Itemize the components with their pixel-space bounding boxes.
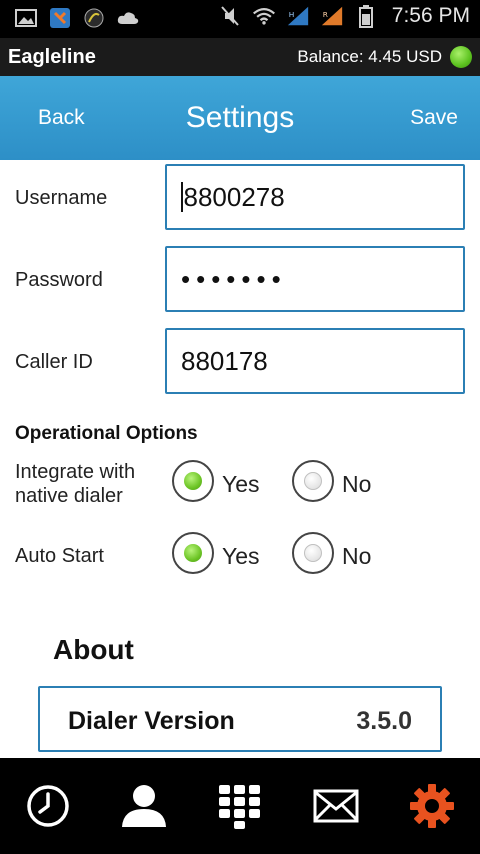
cell-signal-icon: H [286, 4, 310, 28]
operational-options-heading: Operational Options [15, 423, 198, 444]
auto-start-yes-radio[interactable] [172, 532, 214, 574]
save-button[interactable]: Save [410, 106, 458, 130]
radio-selected-icon [184, 544, 202, 562]
dialpad-icon[interactable] [214, 780, 266, 832]
auto-start-no-radio[interactable] [292, 532, 334, 574]
page-title: Settings [185, 101, 295, 134]
clock: 7:56 PM [391, 4, 470, 27]
svg-text:H: H [289, 10, 295, 19]
integrate-no-radio[interactable] [292, 460, 334, 502]
dialer-version-label: Dialer Version [68, 707, 235, 735]
cloud-icon [116, 6, 140, 30]
radio-unselected-icon [304, 472, 322, 490]
text-cursor [181, 182, 183, 212]
app-header: Eagleline Balance: 4.45 USD [0, 38, 480, 76]
password-field[interactable]: ••••••• [165, 246, 465, 312]
bottom-nav [0, 758, 480, 854]
auto-start-no-label[interactable]: No [342, 543, 371, 570]
mute-icon [218, 4, 242, 28]
status-indicator-icon [450, 46, 472, 68]
integrate-no-label[interactable]: No [342, 471, 371, 498]
username-value: 8800278 [183, 181, 285, 212]
cell-signal-2-icon: R [320, 4, 344, 28]
notification-icons [14, 6, 140, 30]
integrate-label: Integrate with native dialer [15, 461, 136, 507]
system-icons: H R 7:56 PM [218, 4, 470, 28]
auto-start-yes-label[interactable]: Yes [222, 543, 260, 570]
about-heading: About [53, 634, 134, 665]
radio-selected-icon [184, 472, 202, 490]
signal-app-icon [82, 6, 106, 30]
dialer-version-value: 3.5.0 [356, 707, 412, 735]
title-bar: Back Settings Save [0, 76, 480, 160]
username-label: Username [15, 187, 108, 209]
caller-id-label: Caller ID [15, 351, 93, 373]
integrate-yes-label[interactable]: Yes [222, 471, 260, 498]
wifi-icon [252, 4, 276, 28]
auto-start-label: Auto Start [15, 545, 104, 567]
caller-id-value: 880178 [181, 345, 268, 376]
svg-text:R: R [323, 10, 328, 19]
settings-icon[interactable] [406, 780, 458, 832]
battery-icon [354, 4, 378, 28]
gallery-icon [14, 6, 38, 30]
messages-icon[interactable] [310, 780, 362, 832]
app-icon [48, 6, 72, 30]
dialer-version-box: Dialer Version 3.5.0 [38, 686, 442, 752]
brand-name: Eagleline [8, 46, 96, 68]
history-icon[interactable] [22, 780, 74, 832]
password-value: ••••••• [181, 263, 287, 294]
contacts-icon[interactable] [118, 780, 170, 832]
caller-id-field[interactable]: 880178 [165, 328, 465, 394]
integrate-yes-radio[interactable] [172, 460, 214, 502]
status-bar: H R 7:56 PM [0, 0, 480, 38]
radio-unselected-icon [304, 544, 322, 562]
password-label: Password [15, 269, 103, 291]
balance-label: Balance: 4.45 USD [297, 47, 442, 66]
username-field[interactable]: 8800278 [165, 164, 465, 230]
